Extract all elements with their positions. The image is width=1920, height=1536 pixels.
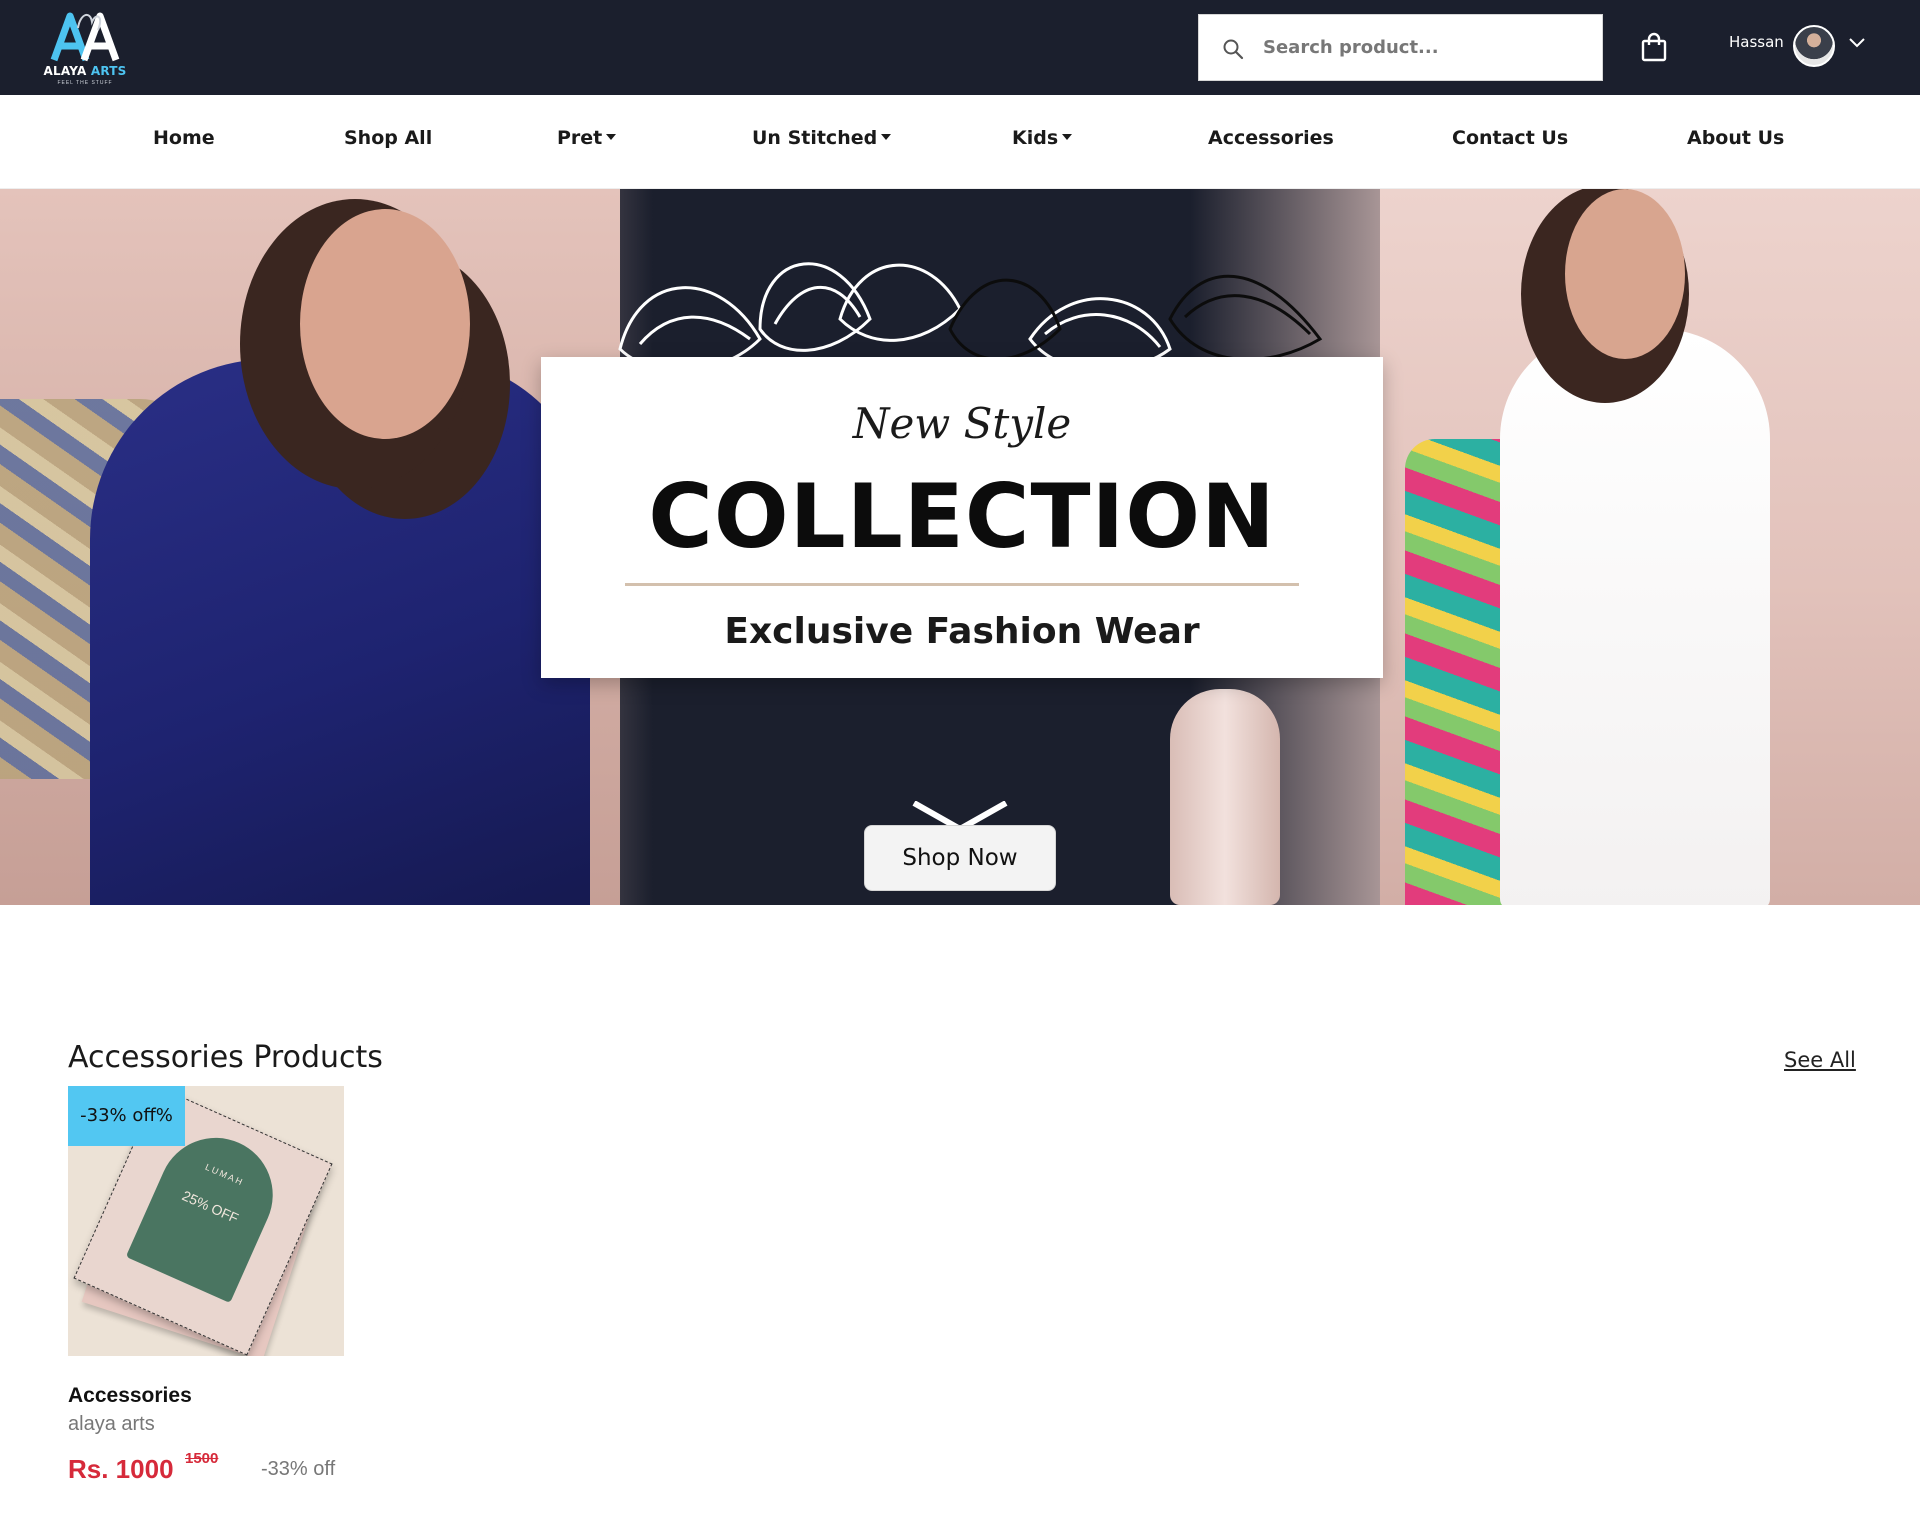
caret-down-icon <box>1062 134 1073 140</box>
see-all-link[interactable]: See All <box>1784 1048 1856 1072</box>
discount-badge: -33% off% <box>68 1086 185 1146</box>
hero-card: New Style COLLECTION Exclusive Fashion W… <box>541 357 1383 678</box>
model-left-head <box>300 209 470 439</box>
model-left-dress <box>90 359 590 905</box>
product-image[interactable]: LUMAH 25% OFF -33% off% <box>68 1086 344 1356</box>
brand-name: ALAYA ARTS <box>43 64 127 78</box>
nav-item-accessories[interactable]: Accessories <box>1208 127 1334 149</box>
nav-item-un-stitched[interactable]: Un Stitched <box>752 127 892 149</box>
top-header: ALAYA ARTS FEEL THE STUFF Hassan <box>0 0 1920 95</box>
product-card[interactable]: LUMAH 25% OFF -33% off% Accessories alay… <box>68 1086 344 1486</box>
search-input[interactable] <box>1263 15 1593 80</box>
decor-pillar <box>1170 689 1280 905</box>
section-title: Accessories Products <box>68 1040 383 1075</box>
nav-label: Kids <box>1012 127 1059 149</box>
nav-item-contact-us[interactable]: Contact Us <box>1452 127 1568 149</box>
nav-item-kids[interactable]: Kids <box>1012 127 1073 149</box>
model-right-dress <box>1500 329 1770 905</box>
brand-logo[interactable]: ALAYA ARTS FEEL THE STUFF <box>40 8 130 88</box>
product-discount: -33% off <box>261 1458 336 1480</box>
nav-label: Pret <box>557 127 603 149</box>
nav-item-pret[interactable]: Pret <box>557 127 617 149</box>
hero-banner: New Style COLLECTION Exclusive Fashion W… <box>0 189 1920 905</box>
nav-label: About Us <box>1687 127 1785 149</box>
nav-label: Un Stitched <box>752 127 878 149</box>
user-name[interactable]: Hassan <box>1729 33 1784 51</box>
hero-subtitle: Exclusive Fashion Wear <box>724 611 1200 652</box>
avatar[interactable] <box>1793 25 1835 67</box>
product-price: Rs. 1000 <box>68 1454 174 1484</box>
product-old-price: 1500 <box>185 1450 219 1467</box>
logo-mark-icon <box>50 12 120 62</box>
nav-item-shop-all[interactable]: Shop All <box>344 127 432 149</box>
hero-eyebrow: New Style <box>852 399 1072 448</box>
product-name[interactable]: Accessories <box>68 1384 192 1408</box>
nav-label: Contact Us <box>1452 127 1569 149</box>
chevron-down-icon[interactable] <box>1848 36 1866 50</box>
brand-tagline: FEEL THE STUFF <box>57 80 113 86</box>
magazine-arch: LUMAH 25% OFF <box>125 1119 291 1304</box>
nav-item-home[interactable]: Home <box>153 127 215 149</box>
nav-label: Shop All <box>344 127 433 149</box>
nav-item-about-us[interactable]: About Us <box>1687 127 1784 149</box>
hero-title: COLLECTION <box>648 465 1276 568</box>
search-icon[interactable] <box>1221 37 1245 61</box>
search-bar <box>1198 14 1603 81</box>
caret-down-icon <box>881 134 892 140</box>
hero-divider <box>625 583 1299 586</box>
caret-down-icon <box>606 134 617 140</box>
model-right-head <box>1565 189 1685 359</box>
product-brand: alaya arts <box>68 1413 155 1435</box>
shop-now-button[interactable]: Shop Now <box>864 825 1056 891</box>
shopping-bag-icon[interactable] <box>1640 32 1668 62</box>
main-nav: Home Shop All Pret Un Stitched Kids Acce… <box>0 95 1920 189</box>
nav-label: Home <box>153 127 215 149</box>
nav-label: Accessories <box>1208 127 1334 149</box>
